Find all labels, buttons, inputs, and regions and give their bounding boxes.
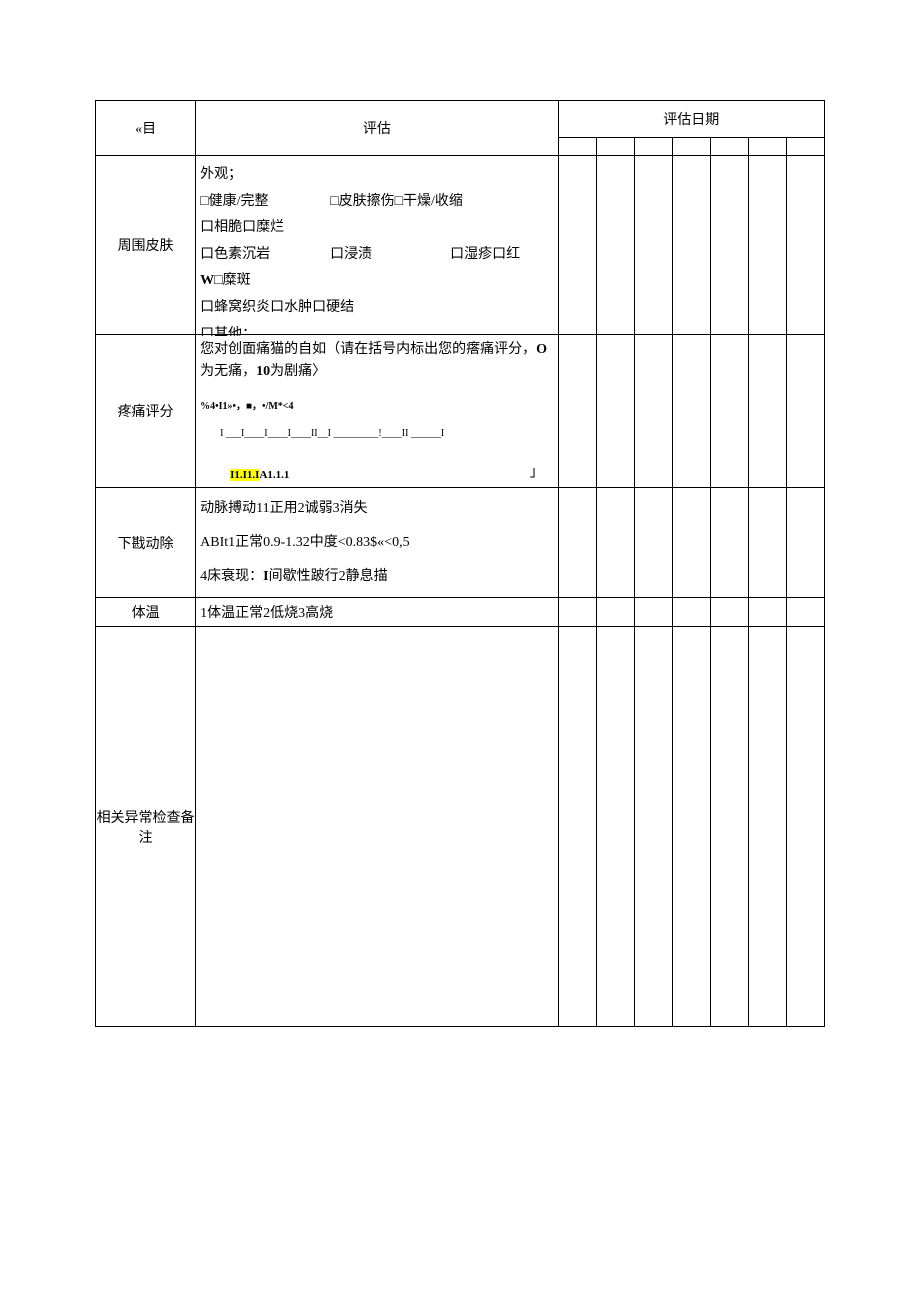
date-cell <box>596 598 634 627</box>
pain-prompt: 您对创面痛猫的自如（请在括号内标出您的瘩痛评分，O 为无痛，10为剧痛〉 <box>200 339 553 384</box>
date-cell <box>558 138 596 156</box>
date-cell <box>596 156 634 335</box>
assessment-table: «目 评估 评估日期 周围皮肤 外观； □健康/完整□皮肤擦伤□干燥/收缩 口相… <box>95 100 825 1027</box>
date-cell <box>786 598 824 627</box>
date-cell <box>748 156 786 335</box>
date-cell <box>672 627 710 1027</box>
content-temp: 1体温正常2低烧3高烧 <box>196 598 558 627</box>
label-pain: 疼痛评分 <box>96 334 196 488</box>
date-cell <box>748 627 786 1027</box>
date-cell <box>672 334 710 488</box>
date-cell <box>786 138 824 156</box>
date-cell <box>558 488 596 598</box>
date-cell <box>786 627 824 1027</box>
artery-line1: 动脉搏动11正用2诚弱3消失 <box>200 492 553 526</box>
date-cell <box>558 334 596 488</box>
row-notes: 相关异常检查备注 <box>96 627 825 1027</box>
label-artery: 下戡动除 <box>96 488 196 598</box>
pain-code: I1.I1.IA1.1.1 <box>230 469 289 481</box>
content-pain: 您对创面痛猫的自如（请在括号内标出您的瘩痛评分，O 为无痛，10为剧痛〉 %4•… <box>196 334 558 488</box>
row-temp: 体温 1体温正常2低烧3高烧 <box>96 598 825 627</box>
pain-code-row: I1.I1.IA1.1.1 」 <box>200 461 553 481</box>
artery-line2: ABIt1正常0.9-1.32中度<0.83$«<0,5 <box>200 526 553 560</box>
content-artery: 动脉搏动11正用2诚弱3消失 ABIt1正常0.9-1.32中度<0.83$«<… <box>196 488 558 598</box>
pain-scale: I ___I____I____I____II__I _________!____… <box>220 428 553 439</box>
content-notes <box>196 627 558 1027</box>
header-date: 评估日期 <box>558 101 824 138</box>
date-cell <box>710 598 748 627</box>
date-cell <box>748 488 786 598</box>
date-cell <box>672 598 710 627</box>
date-cell <box>672 138 710 156</box>
date-cell <box>634 627 672 1027</box>
header-row: «目 评估 评估日期 <box>96 101 825 138</box>
date-cell <box>672 156 710 335</box>
pain-formula: %4•I1»•，■，•/M*<4 <box>200 397 553 412</box>
skin-line5: W□糜斑 <box>200 268 553 295</box>
row-artery: 下戡动除 动脉搏动11正用2诚弱3消失 ABIt1正常0.9-1.32中度<0.… <box>96 488 825 598</box>
date-cell <box>634 598 672 627</box>
date-cell <box>748 334 786 488</box>
date-cell <box>596 488 634 598</box>
date-cell <box>748 138 786 156</box>
skin-line1: 外观； <box>200 162 553 189</box>
date-cell <box>710 156 748 335</box>
date-cell <box>558 598 596 627</box>
skin-line3: 口相脆口糜烂 <box>200 215 553 242</box>
skin-line6: 口蜂窝织炎口水肿口硬结 <box>200 295 553 322</box>
date-cell <box>672 488 710 598</box>
date-cell <box>596 627 634 1027</box>
date-cell <box>710 138 748 156</box>
label-notes: 相关异常检查备注 <box>96 627 196 1027</box>
label-skin: 周围皮肤 <box>96 156 196 335</box>
date-cell <box>786 334 824 488</box>
skin-line4: 口色素沉岩口浸渍口湿疹口红 <box>200 242 553 269</box>
date-cell <box>710 627 748 1027</box>
date-cell <box>710 488 748 598</box>
pain-bracket: 」 <box>530 461 544 481</box>
date-cell <box>634 488 672 598</box>
date-cell <box>596 334 634 488</box>
date-cell <box>558 156 596 335</box>
date-cell <box>634 156 672 335</box>
artery-line3: 4床衰现：I间歇性跛行2静息描 <box>200 560 553 594</box>
skin-line2: □健康/完整□皮肤擦伤□干燥/收缩 <box>200 189 553 216</box>
date-cell <box>748 598 786 627</box>
row-skin: 周围皮肤 外观； □健康/完整□皮肤擦伤□干燥/收缩 口相脆口糜烂 口色素沉岩口… <box>96 156 825 335</box>
date-cell <box>786 488 824 598</box>
label-temp: 体温 <box>96 598 196 627</box>
row-pain: 疼痛评分 您对创面痛猫的自如（请在括号内标出您的瘩痛评分，O 为无痛，10为剧痛… <box>96 334 825 488</box>
content-skin: 外观； □健康/完整□皮肤擦伤□干燥/收缩 口相脆口糜烂 口色素沉岩口浸渍口湿疹… <box>196 156 558 335</box>
header-assess: 评估 <box>196 101 558 156</box>
date-cell <box>634 334 672 488</box>
date-cell <box>634 138 672 156</box>
date-cell <box>558 627 596 1027</box>
header-item: «目 <box>96 101 196 156</box>
date-cell <box>710 334 748 488</box>
date-cell <box>596 138 634 156</box>
date-cell <box>786 156 824 335</box>
